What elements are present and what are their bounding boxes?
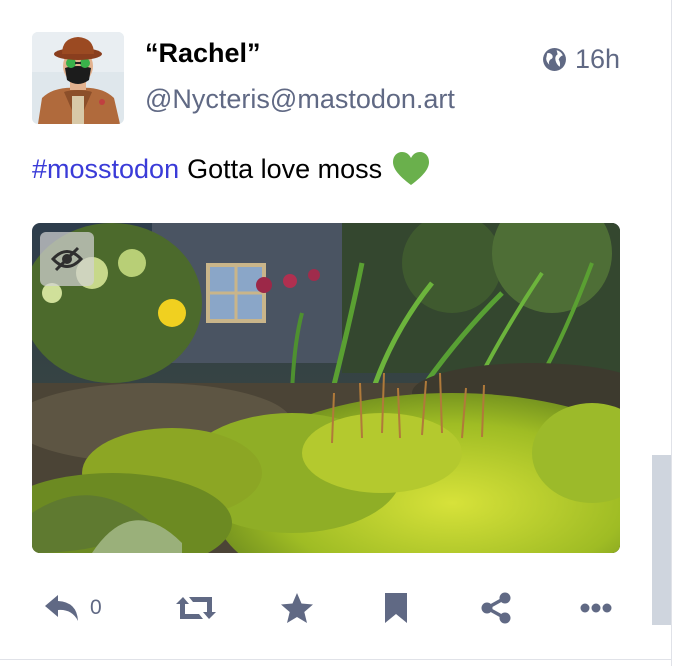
hashtag-link[interactable]: #mosstodon [32,154,179,185]
share-button[interactable] [480,586,512,630]
status-action-bar: 0 [44,586,624,630]
status-content: #mosstodon Gotta love moss [32,150,431,188]
bookmark-button[interactable] [383,586,409,630]
more-button[interactable] [580,586,612,630]
reply-count: 0 [90,596,102,619]
media-attachment[interactable] [32,223,620,553]
display-name[interactable]: “Rachel” [145,38,261,69]
boost-icon [176,597,216,619]
status-card: “Rachel” @Nycteris@mastodon.art 16h #mos… [0,0,686,666]
eye-slash-icon [50,246,84,272]
ellipsis-icon [580,603,612,613]
hide-media-button[interactable] [40,232,94,286]
timestamp[interactable]: 16h [575,44,620,75]
scrollbar-thumb[interactable] [652,455,671,625]
globe-icon [542,48,566,71]
star-icon [281,593,313,623]
green-heart-emoji [393,152,430,185]
avatar[interactable] [32,32,124,124]
moss-photo [32,223,620,553]
reply-icon [45,595,78,621]
reply-button[interactable]: 0 [44,586,102,630]
boost-button[interactable] [175,586,217,630]
account-handle[interactable]: @Nycteris@mastodon.art [145,84,455,115]
status-meta: 16h [542,44,620,75]
status-divider [0,659,671,660]
status-text: Gotta love moss [187,153,383,184]
share-icon [481,592,511,624]
scrollbar-track [672,0,686,666]
avatar-photo [32,32,124,124]
bookmark-icon [385,593,407,623]
favourite-button[interactable] [280,586,314,630]
